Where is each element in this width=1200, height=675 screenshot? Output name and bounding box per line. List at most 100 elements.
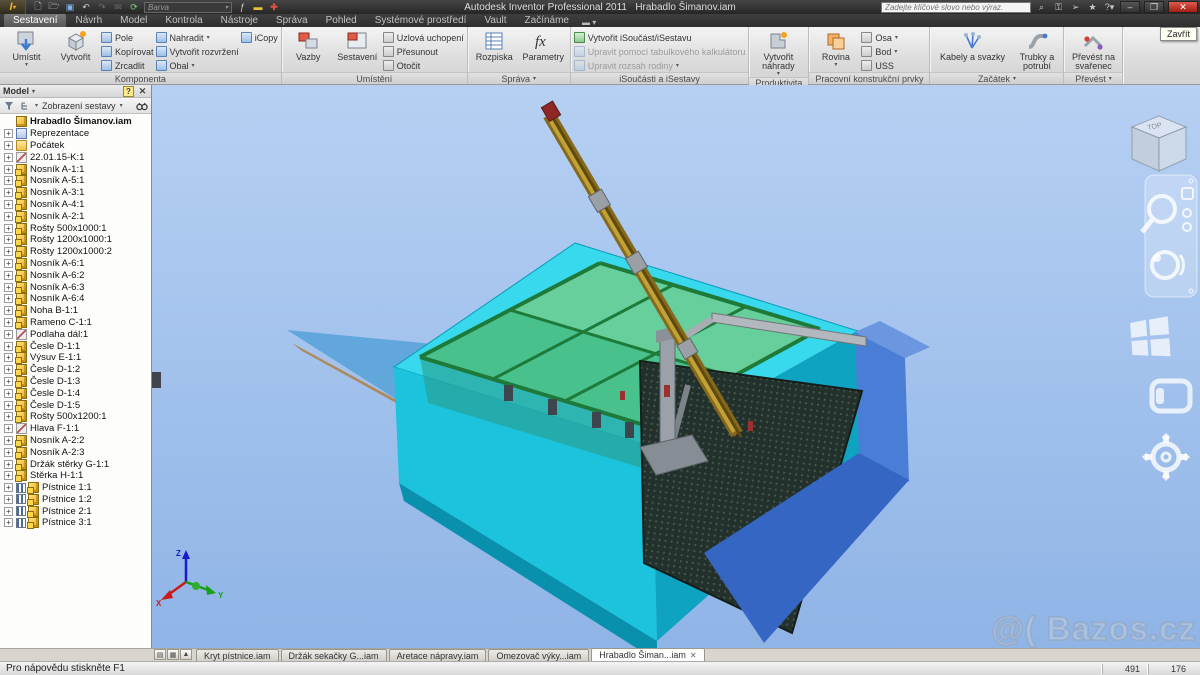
- mail-icon[interactable]: ✉: [112, 2, 124, 13]
- tree-item[interactable]: +Česle D-1:3: [0, 376, 151, 388]
- tree-item[interactable]: +Nosník A-2:2: [0, 435, 151, 447]
- tree-item[interactable]: +Noha B-1:1: [0, 305, 151, 317]
- ribbon-tab-kontrola[interactable]: Kontrola: [156, 14, 211, 27]
- grip-snap-button[interactable]: Uzlová uchopení: [383, 31, 464, 44]
- expand-icon[interactable]: +: [4, 377, 13, 386]
- ribbon-tab-model[interactable]: Model: [111, 14, 156, 27]
- help-search-input[interactable]: [881, 2, 1031, 13]
- work-plane-button[interactable]: Rovina▾: [812, 29, 859, 72]
- ribbon-tab-začínáme[interactable]: Začínáme: [516, 14, 578, 27]
- save-icon[interactable]: ▣: [64, 2, 76, 13]
- expand-icon[interactable]: +: [4, 389, 13, 398]
- tree-item[interactable]: +Nosník A-6:2: [0, 269, 151, 281]
- communication-icon[interactable]: ➢: [1069, 2, 1082, 13]
- edit-family-scope-button[interactable]: Upravit rozsah rodiny▾: [574, 59, 746, 72]
- assemble-button[interactable]: Sestavení: [334, 29, 381, 72]
- tree-item[interactable]: +Hlava F-1:1: [0, 423, 151, 435]
- copy-button[interactable]: Kopírovat: [101, 45, 154, 58]
- expand-icon[interactable]: +: [4, 412, 13, 421]
- ribbon-minimize-toggle-icon[interactable]: ▬ ▾: [582, 18, 596, 27]
- view-cube[interactable]: TOP: [1132, 116, 1186, 171]
- expand-icon[interactable]: +: [4, 200, 13, 209]
- convert-weldment-button[interactable]: Převést na svařenec: [1067, 29, 1119, 72]
- tree-item[interactable]: +Česle D-1:1: [0, 340, 151, 352]
- tree-item[interactable]: +Držák stěrky G-1:1: [0, 458, 151, 470]
- tree-item[interactable]: +Počátek: [0, 140, 151, 152]
- expand-icon[interactable]: +: [4, 212, 13, 221]
- ribbon-tab-pohled[interactable]: Pohled: [317, 14, 366, 27]
- measure-icon[interactable]: ▬: [252, 2, 264, 13]
- expand-icon[interactable]: +: [4, 224, 13, 233]
- expand-icon[interactable]: +: [4, 306, 13, 315]
- tree-item[interactable]: +Nosník A-3:1: [0, 187, 151, 199]
- expand-icon[interactable]: ▲: [180, 649, 192, 660]
- ribbon-tab-návrh[interactable]: Návrh: [66, 14, 111, 27]
- expand-icon[interactable]: +: [4, 141, 13, 150]
- doc-tab[interactable]: Kryt pístnice.iam: [196, 649, 279, 661]
- tube-pipe-button[interactable]: Trubky a potrubí: [1013, 29, 1060, 72]
- doc-tab[interactable]: Hrabadlo Šiman...iam✕: [591, 648, 704, 661]
- ribbon-tab-systémové-prostředí[interactable]: Systémové prostředí: [366, 14, 476, 27]
- tree-item[interactable]: +Pístnice 1:1: [0, 482, 151, 494]
- tree-item[interactable]: +Pístnice 2:1: [0, 505, 151, 517]
- tree-item[interactable]: +Nosník A-6:3: [0, 281, 151, 293]
- parameters-button[interactable]: fx Parametry: [520, 29, 567, 72]
- ribbon-tab-správa[interactable]: Správa: [267, 14, 317, 27]
- browser-close-icon[interactable]: ✕: [137, 86, 148, 97]
- expand-icon[interactable]: +: [4, 259, 13, 268]
- color-override-combo[interactable]: Barva▾: [144, 2, 232, 13]
- pattern-button[interactable]: Pole: [101, 31, 154, 44]
- bom-button[interactable]: Rozpiska: [471, 29, 518, 72]
- tree-item[interactable]: +Podlaha dál:1: [0, 328, 151, 340]
- ribbon-tab-vault[interactable]: Vault: [475, 14, 515, 27]
- rotate-button[interactable]: Otočit: [383, 59, 464, 72]
- home-view-icon[interactable]: ▤: [154, 649, 166, 660]
- mirror-button[interactable]: Zrcadlit: [101, 59, 154, 72]
- tree-item[interactable]: +Nosník A-4:1: [0, 199, 151, 211]
- constrain-button[interactable]: Vazby: [285, 29, 332, 72]
- expand-icon[interactable]: +: [4, 365, 13, 374]
- update-icon[interactable]: ⟳: [128, 2, 140, 13]
- tree-item[interactable]: +Nosník A-2:3: [0, 446, 151, 458]
- ucs-button[interactable]: USS: [861, 59, 898, 72]
- expand-icon[interactable]: +: [4, 424, 13, 433]
- tree-item[interactable]: +Nosník A-2:1: [0, 210, 151, 222]
- tree-item[interactable]: +Rošty 1200x1000:2: [0, 246, 151, 258]
- tree-item[interactable]: +Pístnice 3:1: [0, 517, 151, 529]
- tree-item[interactable]: +Rošty 500x1200:1: [0, 411, 151, 423]
- find-binoculars-icon[interactable]: [136, 100, 148, 112]
- expand-icon[interactable]: +: [4, 353, 13, 362]
- favorites-star-icon[interactable]: ★: [1086, 2, 1099, 13]
- expand-icon[interactable]: +: [4, 188, 13, 197]
- work-point-button[interactable]: Bod▾: [861, 45, 898, 58]
- move-button[interactable]: Přesunout: [383, 45, 464, 58]
- doc-tab[interactable]: Aretace nápravy.iam: [389, 649, 487, 661]
- expand-icon[interactable]: +: [4, 495, 13, 504]
- shrinkwrap-button[interactable]: Obal▾: [156, 59, 239, 72]
- tree-item[interactable]: +Nosník A-5:1: [0, 175, 151, 187]
- doc-tab[interactable]: Držák sekačky G...iam: [281, 649, 387, 661]
- expand-icon[interactable]: +: [4, 271, 13, 280]
- expand-icon[interactable]: +: [4, 401, 13, 410]
- browser-title-bar[interactable]: Model ▾ ? ✕: [0, 85, 151, 98]
- tree-item[interactable]: +Nosník A-1:1: [0, 163, 151, 175]
- tree-item[interactable]: +Rošty 1200x1000:1: [0, 234, 151, 246]
- graphics-viewport[interactable]: TOP: [152, 85, 1200, 648]
- expand-icon[interactable]: +: [4, 460, 13, 469]
- tree-item[interactable]: +Nosník A-6:1: [0, 258, 151, 270]
- group-label-zacatek[interactable]: Začátek▾: [930, 72, 1063, 84]
- add-plus-icon[interactable]: ✚: [268, 2, 280, 13]
- create-component-button[interactable]: Vytvořit: [52, 29, 99, 72]
- subscription-key-icon[interactable]: ⚿: [1052, 2, 1065, 13]
- group-label-sprava[interactable]: Správa▾: [468, 72, 570, 84]
- expand-icon[interactable]: +: [4, 448, 13, 457]
- doc-tab[interactable]: Omezovač výky...iam: [488, 649, 589, 661]
- tree-item[interactable]: +22.01.15-K:1: [0, 151, 151, 163]
- group-label-prevest[interactable]: Převést▾: [1064, 72, 1122, 84]
- tree-item[interactable]: +Rameno C-1:1: [0, 317, 151, 329]
- expand-icon[interactable]: +: [4, 471, 13, 480]
- expand-icon[interactable]: +: [4, 518, 13, 527]
- search-binoculars-icon[interactable]: ⌕: [1035, 2, 1048, 13]
- open-file-icon[interactable]: 🗁: [48, 2, 60, 13]
- undo-icon[interactable]: ↶: [80, 2, 92, 13]
